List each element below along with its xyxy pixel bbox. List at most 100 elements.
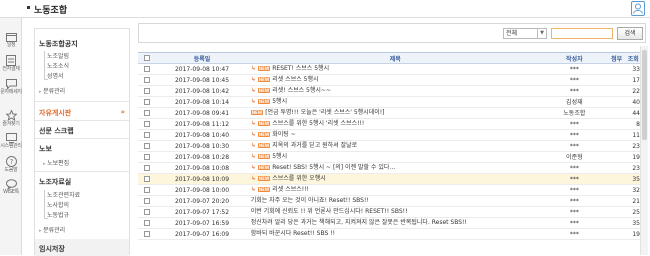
user-profile-button[interactable]	[631, 1, 645, 16]
sidebar-item-scrap[interactable]: 선문 스크랩	[39, 126, 74, 136]
row-checkbox-cell	[138, 206, 156, 218]
row-title-link[interactable]: 리셋! 스브스 5행시~~	[272, 87, 331, 94]
row-checkbox[interactable]	[143, 88, 150, 94]
row-title-link[interactable]: 이번 기회에 신뢰도 !! 위 언론사 만드십시다! RESET!! SBS!!	[251, 208, 408, 215]
table-row[interactable]: 2017-09-07 16:09 함바되 바꾼시다 Reset!! SBS !! *…	[138, 228, 646, 240]
col-attachment[interactable]: 첨부	[606, 52, 627, 64]
row-checkbox[interactable]	[143, 165, 150, 171]
sidebar-item-statement[interactable]: 성명서	[47, 71, 64, 80]
sidebar-item-news-edit[interactable]: 노보편집	[43, 158, 69, 167]
row-title-link[interactable]: [언금 투명!!! 오늘은 '리셋 스브스' 5행시데이!]	[265, 109, 384, 116]
sidebar-item-class-mgmt-2[interactable]: 분류관리	[39, 225, 65, 234]
rail-calendar[interactable]: 일정	[0, 32, 22, 48]
table-row[interactable]: 2017-09-07 20:20 기회는 자주 오는 것이 아니죠! Reset!…	[138, 195, 646, 207]
table-row[interactable]: 2017-09-07 16:59 정신차려 알리 당은 과거는 책해되고, 지켜져…	[138, 217, 646, 229]
table-row[interactable]: 2017-09-08 10:45 ↳ NEW 리셋 스브스 5행시 *** 17	[138, 74, 646, 86]
row-author: 노동조합	[541, 107, 607, 119]
sidebar-item-class-mgmt[interactable]: 분류관리	[39, 86, 65, 95]
row-author: ***	[541, 173, 607, 185]
row-checkbox[interactable]	[143, 176, 150, 182]
new-badge: NEW	[257, 154, 271, 159]
table-row[interactable]: 2017-09-08 10:42 ↳ NEW 리셋! 스브스 5행시~~ *** 22	[138, 85, 646, 97]
row-title-link[interactable]: 리셋 스브스!!!	[272, 186, 309, 193]
sidebar-notice-head[interactable]: 노동조합공지	[39, 39, 78, 49]
row-title-link[interactable]: 함바되 바꾼시다 Reset!! SBS !!	[251, 230, 335, 237]
calendar-icon	[5, 33, 17, 42]
table-row[interactable]: 2017-09-07 17:52 이번 기회에 신뢰도 !! 위 언론사 만드십시…	[138, 206, 646, 218]
sidebar-item-labor-law[interactable]: 노동법규	[47, 210, 69, 219]
table-row[interactable]: 2017-09-08 10:14 ↳ NEW 5행시 김성재 40	[138, 96, 646, 108]
sidebar-item-temp-save[interactable]: 임시저장	[39, 244, 65, 254]
select-all-header[interactable]	[138, 52, 156, 64]
reply-arrow-icon: ↳	[250, 76, 256, 83]
search-scope-value: 전체	[506, 30, 518, 37]
reply-arrow-icon: ↳	[250, 131, 256, 138]
row-title-link[interactable]: Reset! SBS! 5행시 ~ [의] 이젠 말할 수 있다...	[272, 164, 395, 171]
row-title-link[interactable]: 리셋 스브스 5행시	[272, 76, 318, 83]
row-checkbox[interactable]	[143, 198, 150, 204]
sidebar-item-free-board[interactable]: 자유게시판	[39, 108, 71, 118]
new-badge: NEW	[250, 110, 264, 115]
scrollbar-thumb[interactable]	[642, 50, 647, 140]
row-attachment	[606, 96, 627, 108]
row-attachment	[606, 129, 627, 141]
table-row[interactable]: 2017-09-08 11:12 ↳ NEW 스브스를 위한 5행시 '리셋 스브스!…	[138, 118, 646, 130]
table-row[interactable]: 2017-09-08 10:40 ↳ NEW 화이팅 ~ *** 11	[138, 129, 646, 141]
table-row[interactable]: 2017-09-08 10:09 ↳ NEW 스브스를 위한 오행시 *** 35	[138, 173, 646, 185]
row-checkbox[interactable]	[143, 66, 150, 72]
row-checkbox[interactable]	[143, 154, 150, 160]
rail-approval[interactable]: 전자결재	[0, 55, 22, 72]
row-title-link[interactable]: 5행시	[272, 98, 287, 105]
row-checkbox[interactable]	[143, 110, 150, 116]
row-title-link[interactable]: 정신차려 알리 당은 과거는 책해되고, 지켜져지 않은 잘못은 반복됩니다. …	[251, 219, 467, 226]
table-row[interactable]: 2017-09-08 10:08 ↳ NEW Reset! SBS! 5행시 ~ [의…	[138, 162, 646, 174]
search-button[interactable]: 검색	[617, 27, 643, 40]
rail-system[interactable]: 시스템관리	[0, 133, 22, 149]
col-author[interactable]: 작성자	[541, 52, 607, 64]
sidebar-item-union-data[interactable]: 노조관련자료	[47, 190, 80, 199]
table-row[interactable]: 2017-09-08 10:30 ↳ NEW 지옥의 과거를 딛고 원하셔 잘날로 **…	[138, 140, 646, 152]
sidebar-data-head[interactable]: 노조자료실	[39, 177, 71, 187]
row-checkbox[interactable]	[143, 99, 150, 105]
search-scope-select[interactable]: 전체 ▼	[503, 28, 547, 39]
search-input[interactable]	[551, 28, 613, 39]
row-checkbox[interactable]	[143, 231, 150, 237]
rail-wise-talk[interactable]: WISE톡	[0, 179, 22, 195]
row-checkbox[interactable]	[143, 220, 150, 226]
chevron-down-icon: ▼	[537, 29, 546, 38]
row-title-link[interactable]: 기회는 자주 오는 것이 아니죠! Reset!! SBS!!	[251, 197, 369, 204]
sidebar-item-labor-agreement[interactable]: 노사합의	[47, 200, 69, 209]
row-checkbox[interactable]	[143, 132, 150, 138]
new-badge: NEW	[257, 88, 271, 93]
help-icon: ?	[5, 156, 17, 167]
row-checkbox[interactable]	[143, 187, 150, 193]
row-author: ***	[541, 162, 607, 174]
sidebar-item-news[interactable]: 노보	[39, 144, 52, 154]
row-title-link[interactable]: 스브스를 위한 5행시 '리셋 스브스!!!	[272, 120, 364, 127]
row-title-link[interactable]: 화이팅 ~	[272, 131, 296, 138]
row-checkbox[interactable]	[143, 209, 150, 215]
rail-help[interactable]: ? 도움말	[0, 156, 22, 173]
row-title-link[interactable]: 지옥의 과거를 딛고 원하셔 잘날로	[272, 142, 357, 149]
table-row[interactable]: 2017-09-08 09:41 NEW [언금 투명!!! 오늘은 '리셋 스브스…	[138, 107, 646, 119]
table-row[interactable]: 2017-09-08 10:28 ↳ NEW 5행시 이준형 19	[138, 151, 646, 163]
row-title-link[interactable]: 5행시	[272, 153, 287, 160]
col-title[interactable]: 제목	[248, 52, 542, 64]
row-title-cell: ↳ NEW 5행시	[248, 96, 542, 108]
row-checkbox[interactable]	[143, 121, 150, 127]
row-checkbox[interactable]	[143, 77, 150, 83]
divider	[35, 101, 129, 102]
row-title-link[interactable]: RESET! 스브스 5행시	[272, 65, 329, 72]
sidebar-item-union-news[interactable]: 노조소식	[47, 61, 69, 70]
table-row[interactable]: 2017-09-08 10:47 ↳ NEW RESET! 스브스 5행시 *** 33	[138, 63, 646, 75]
sidebar-item-union-alert[interactable]: 노조알림	[47, 51, 69, 60]
user-icon	[633, 3, 643, 14]
rail-favorite[interactable]: 즐겨찾기	[0, 110, 22, 127]
table-row[interactable]: 2017-09-08 10:00 ↳ NEW 리셋 스브스!!! *** 32	[138, 184, 646, 196]
rail-message[interactable]: 문자메세지	[0, 79, 22, 95]
list-scrollbar[interactable]	[640, 46, 648, 255]
col-date[interactable]: 등록일	[155, 52, 249, 64]
select-all-checkbox[interactable]	[143, 55, 150, 61]
row-checkbox[interactable]	[143, 143, 150, 149]
row-title-link[interactable]: 스브스를 위한 오행시	[272, 175, 326, 182]
